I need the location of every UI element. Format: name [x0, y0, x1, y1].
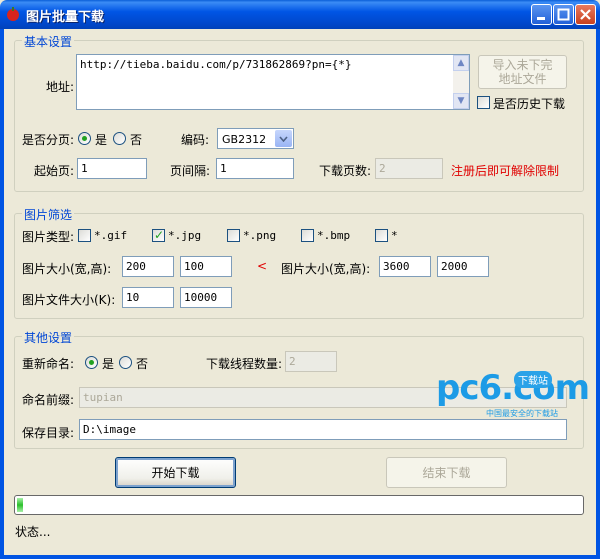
paging-no-label: 否	[130, 133, 143, 147]
less-than-symbol: <	[257, 259, 268, 273]
scroll-up-icon[interactable]: ▲	[453, 55, 469, 71]
type-jpg-checkbox[interactable]: ✓	[152, 228, 165, 242]
status-text: 状态...	[15, 525, 51, 539]
window-frame-bottom	[0, 555, 600, 559]
save-dir-label: 保存目录:	[22, 426, 75, 440]
page-interval-label: 页间隔:	[170, 164, 211, 178]
min-width-input[interactable]: 200	[122, 256, 174, 277]
address-scrollbar[interactable]: ▲ ▼	[453, 55, 469, 109]
type-gif-label: *.gif	[94, 229, 128, 242]
progress-fill	[17, 498, 25, 512]
minimize-icon	[537, 17, 545, 20]
type-bmp-checkbox[interactable]	[301, 229, 314, 242]
type-all-checkbox[interactable]	[375, 229, 388, 242]
prefix-label: 命名前缀:	[22, 393, 75, 407]
save-dir-input[interactable]: D:\image	[79, 419, 567, 440]
start-download-button[interactable]: 开始下载	[115, 457, 236, 488]
close-button[interactable]	[575, 4, 596, 25]
chevron-down-icon[interactable]	[275, 130, 292, 147]
threads-input[interactable]: 2	[285, 351, 337, 372]
min-size-label: 图片大小(宽,高):	[22, 262, 112, 276]
encoding-select[interactable]: GB2312	[217, 128, 294, 149]
max-size-label: 图片大小(宽,高):	[281, 262, 371, 276]
rename-yes-label: 是	[102, 357, 115, 371]
page-interval-input[interactable]: 1	[216, 158, 294, 179]
paging-no-radio[interactable]	[113, 132, 126, 145]
watermark-tagline: 中国最安全的下载站	[486, 409, 558, 418]
max-filesize-input[interactable]: 10000	[180, 287, 232, 308]
threads-label: 下载线程数量:	[206, 357, 283, 371]
type-png-label: *.png	[243, 229, 277, 242]
rename-no-radio[interactable]	[119, 356, 132, 369]
type-png-checkbox[interactable]	[227, 229, 240, 242]
image-type-label: 图片类型:	[22, 230, 75, 244]
progress-chunk	[17, 498, 23, 512]
import-unfinished-button[interactable]: 导入未下完 地址文件	[478, 55, 567, 89]
max-height-input[interactable]: 2000	[437, 256, 489, 277]
watermark-badge: 下载站	[514, 371, 552, 388]
window-title: 图片批量下载	[26, 10, 105, 25]
download-pages-input[interactable]: 2	[375, 158, 443, 179]
window-frame-right	[596, 29, 600, 559]
maximize-icon	[557, 8, 570, 21]
type-bmp-label: *.bmp	[317, 229, 351, 242]
title-bar[interactable]: 图片批量下载	[0, 0, 600, 29]
rename-no-label: 否	[136, 357, 149, 371]
checkmark-icon: ✓	[154, 228, 165, 242]
paging-yes-radio[interactable]	[78, 132, 91, 145]
maximize-button[interactable]	[553, 4, 574, 25]
watermark-logo-text: pc6.com	[436, 368, 590, 408]
min-height-input[interactable]: 100	[180, 256, 232, 277]
filesize-label: 图片文件大小(K):	[22, 293, 116, 307]
download-pages-label: 下载页数:	[319, 164, 372, 178]
stop-download-button[interactable]: 结束下载	[386, 457, 507, 488]
paging-yes-label: 是	[95, 133, 108, 147]
max-width-input[interactable]: 3600	[379, 256, 431, 277]
address-label: 地址:	[46, 80, 75, 94]
scroll-down-icon[interactable]: ▼	[453, 93, 469, 109]
other-settings-title: 其他设置	[22, 329, 75, 346]
basic-settings-title: 基本设置	[22, 33, 75, 50]
rename-yes-radio[interactable]	[85, 356, 98, 369]
download-progress-bar	[14, 495, 584, 515]
type-all-label: *	[391, 229, 398, 242]
window-frame-left	[0, 29, 4, 559]
type-jpg-label: *.jpg	[168, 229, 202, 242]
history-download-label: 是否历史下载	[493, 97, 566, 111]
encoding-value: GB2312	[222, 133, 267, 146]
type-gif-checkbox[interactable]	[78, 229, 91, 242]
rename-label: 重新命名:	[22, 357, 75, 371]
pc6-watermark-logo: pc6.com 下载站 中国最安全的下载站	[436, 368, 590, 418]
close-icon	[580, 9, 591, 20]
start-page-input[interactable]: 1	[77, 158, 147, 179]
address-input[interactable]	[76, 54, 470, 110]
register-notice: 注册后即可解除限制	[451, 164, 560, 178]
start-page-label: 起始页:	[34, 164, 75, 178]
history-download-checkbox[interactable]	[477, 96, 490, 109]
paging-label: 是否分页:	[22, 133, 75, 147]
min-filesize-input[interactable]: 10	[122, 287, 174, 308]
encoding-label: 编码:	[181, 133, 210, 147]
minimize-button[interactable]	[531, 4, 552, 25]
image-filter-title: 图片筛选	[22, 206, 75, 223]
app-icon	[7, 7, 19, 21]
